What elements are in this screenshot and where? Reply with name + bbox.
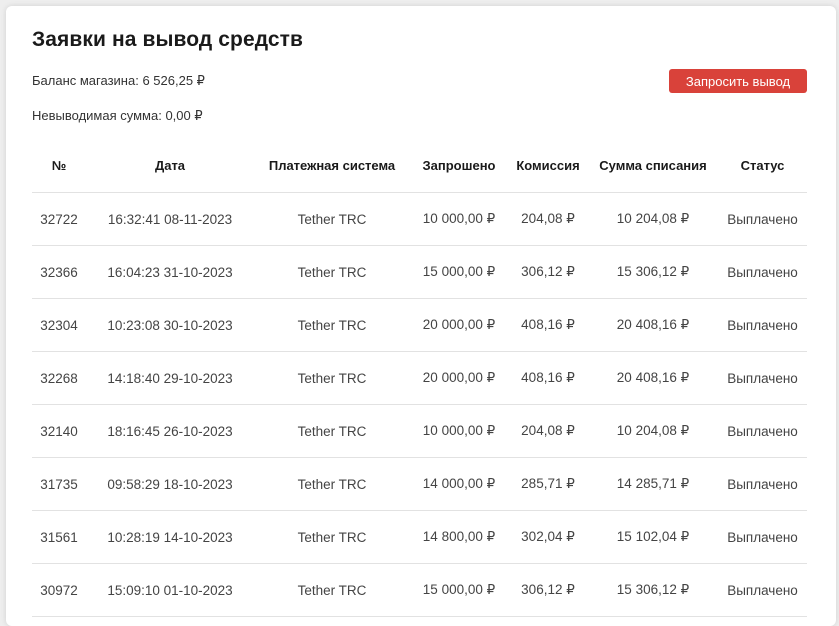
shop-balance-value: 6 526,25 ₽ <box>142 73 205 88</box>
cell-debit-amount: 10 204,08 ₽ <box>588 192 718 246</box>
cell-status: Выплачено <box>718 563 807 617</box>
cell-commission: 302,04 ₽ <box>508 510 588 564</box>
cell-payment-system: Tether TRC <box>254 457 410 511</box>
table-row: 32366 16:04:23 31-10-2023 Tether TRC 15 000… <box>32 245 807 299</box>
cell-payment-system: Tether TRC <box>254 351 410 405</box>
cell-debit-amount: 15 102,04 ₽ <box>588 510 718 564</box>
cell-requested: 10 000,00 ₽ <box>410 404 508 458</box>
withdrawal-requests-card: Заявки на вывод средств Баланс магазина:… <box>6 6 836 626</box>
cell-date: 14:18:40 29-10-2023 <box>86 351 254 405</box>
cell-requested: 15 000,00 ₽ <box>410 245 508 299</box>
cell-number: 32268 <box>32 351 86 405</box>
cell-number: 31561 <box>32 510 86 564</box>
cell-status: Выплачено <box>718 404 807 458</box>
request-withdrawal-button[interactable]: Запросить вывод <box>669 69 807 93</box>
table-row: 32304 10:23:08 30-10-2023 Tether TRC 20 000… <box>32 298 807 352</box>
cell-debit-amount: 20 408,16 ₽ <box>588 298 718 352</box>
cell-requested: 20 000,00 ₽ <box>410 351 508 405</box>
shop-balance: Баланс магазина: 6 526,25 ₽ <box>32 73 205 89</box>
cell-date: 09:58:29 18-10-2023 <box>86 457 254 511</box>
cell-status: Выплачено <box>718 510 807 564</box>
cell-commission: 204,08 ₽ <box>508 404 588 458</box>
unwithdrawable-amount-label: Невыводимая сумма: <box>32 108 162 123</box>
cell-commission: 285,71 ₽ <box>508 457 588 511</box>
cell-status: Выплачено <box>718 457 807 511</box>
unwithdrawable-amount-value: 0,00 ₽ <box>165 108 203 123</box>
table-row: 31735 09:58:29 18-10-2023 Tether TRC 14 000… <box>32 457 807 511</box>
cell-payment-system: Tether TRC <box>254 404 410 458</box>
cell-date: 16:04:23 31-10-2023 <box>86 245 254 299</box>
cell-commission: 306,12 ₽ <box>508 563 588 617</box>
cell-status: Выплачено <box>718 245 807 299</box>
cell-requested: 10 000,00 ₽ <box>410 192 508 246</box>
column-header-payment-system: Платежная система <box>254 139 410 193</box>
cell-date: 10:28:19 14-10-2023 <box>86 510 254 564</box>
cell-number: 32366 <box>32 245 86 299</box>
cell-commission: 204,08 ₽ <box>508 192 588 246</box>
withdrawals-table: № Дата Платежная система Запрошено Комис… <box>32 139 807 617</box>
cell-date: 16:32:41 08-11-2023 <box>86 192 254 246</box>
cell-number: 30972 <box>32 563 86 617</box>
table-body: 32722 16:32:41 08-11-2023 Tether TRC 10 000… <box>32 192 807 617</box>
cell-number: 32140 <box>32 404 86 458</box>
cell-requested: 20 000,00 ₽ <box>410 298 508 352</box>
cell-commission: 408,16 ₽ <box>508 298 588 352</box>
cell-date: 15:09:10 01-10-2023 <box>86 563 254 617</box>
table-row: 32722 16:32:41 08-11-2023 Tether TRC 10 000… <box>32 192 807 246</box>
column-header-commission: Комиссия <box>508 139 588 193</box>
cell-requested: 15 000,00 ₽ <box>410 563 508 617</box>
cell-commission: 306,12 ₽ <box>508 245 588 299</box>
cell-payment-system: Tether TRC <box>254 298 410 352</box>
cell-status: Выплачено <box>718 298 807 352</box>
table-row: 32140 18:16:45 26-10-2023 Tether TRC 10 000… <box>32 404 807 458</box>
table-row: 32268 14:18:40 29-10-2023 Tether TRC 20 000… <box>32 351 807 405</box>
column-header-number: № <box>32 139 86 193</box>
column-header-debit-amount: Сумма списания <box>588 139 718 193</box>
cell-payment-system: Tether TRC <box>254 563 410 617</box>
cell-date: 18:16:45 26-10-2023 <box>86 404 254 458</box>
cell-number: 31735 <box>32 457 86 511</box>
cell-debit-amount: 20 408,16 ₽ <box>588 351 718 405</box>
cell-status: Выплачено <box>718 351 807 405</box>
cell-date: 10:23:08 30-10-2023 <box>86 298 254 352</box>
shop-balance-label: Баланс магазина: <box>32 73 139 88</box>
cell-payment-system: Tether TRC <box>254 245 410 299</box>
cell-debit-amount: 15 306,12 ₽ <box>588 245 718 299</box>
cell-commission: 408,16 ₽ <box>508 351 588 405</box>
table-header-row: № Дата Платежная система Запрошено Комис… <box>32 139 807 193</box>
table-row: 30972 15:09:10 01-10-2023 Tether TRC 15 000… <box>32 563 807 617</box>
cell-requested: 14 000,00 ₽ <box>410 457 508 511</box>
cell-debit-amount: 10 204,08 ₽ <box>588 404 718 458</box>
cell-debit-amount: 14 285,71 ₽ <box>588 457 718 511</box>
cell-number: 32722 <box>32 192 86 246</box>
page-title: Заявки на вывод средств <box>32 28 304 51</box>
cell-status: Выплачено <box>718 192 807 246</box>
cell-payment-system: Tether TRC <box>254 510 410 564</box>
column-header-date: Дата <box>86 139 254 193</box>
cell-requested: 14 800,00 ₽ <box>410 510 508 564</box>
column-header-status: Статус <box>718 139 807 193</box>
unwithdrawable-amount: Невыводимая сумма: 0,00 ₽ <box>32 108 203 124</box>
column-header-requested: Запрошено <box>410 139 508 193</box>
cell-number: 32304 <box>32 298 86 352</box>
cell-payment-system: Tether TRC <box>254 192 410 246</box>
table-row: 31561 10:28:19 14-10-2023 Tether TRC 14 800… <box>32 510 807 564</box>
cell-debit-amount: 15 306,12 ₽ <box>588 563 718 617</box>
